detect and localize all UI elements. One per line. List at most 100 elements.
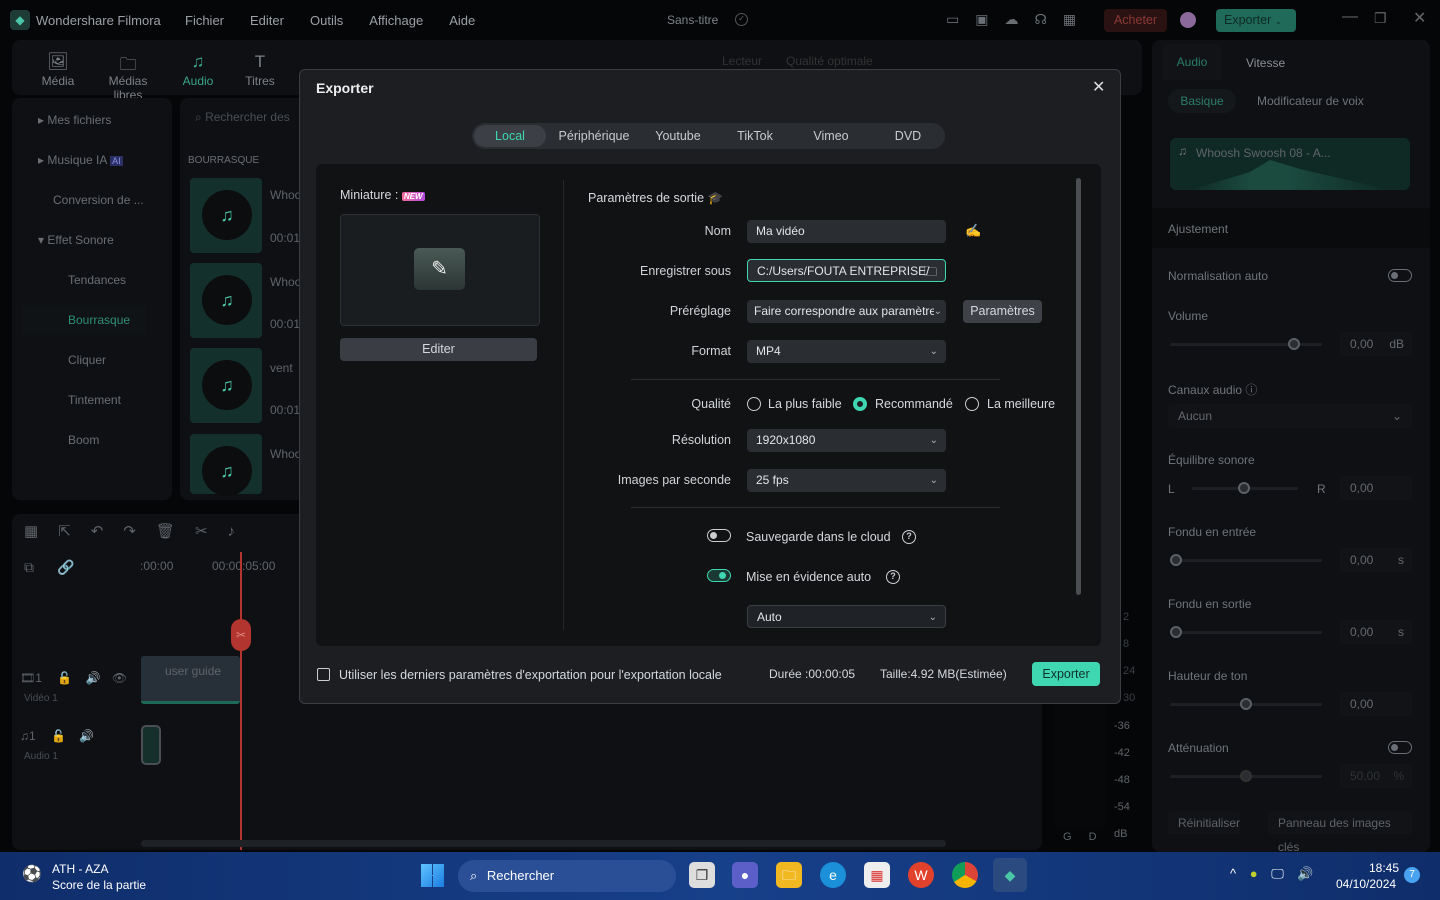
balance-value[interactable]: 0,00: [1340, 476, 1412, 500]
save-location-input[interactable]: C:/Users/FOUTA ENTREPRISE/🗀: [747, 259, 946, 282]
sidebar-item-boom[interactable]: Boom: [22, 425, 146, 455]
subtab-voice[interactable]: Modificateur de voix: [1257, 94, 1364, 108]
layout-grid-icon[interactable]: ▦: [24, 523, 58, 540]
ai-rename-icon[interactable]: ✍: [965, 223, 981, 239]
reuse-settings-checkbox[interactable]: [317, 668, 330, 681]
cloud-icon[interactable]: ☁: [1004, 11, 1034, 27]
tab-local[interactable]: Local: [474, 125, 546, 147]
sidebar-item-conversion[interactable]: Conversion de ...: [22, 185, 146, 215]
redo-icon[interactable]: ↷: [123, 523, 156, 540]
add-track-icon[interactable]: ⧉: [24, 559, 34, 576]
pitch-value[interactable]: 0,00: [1340, 692, 1412, 716]
parameters-button[interactable]: Paramètres: [963, 300, 1042, 323]
export-button[interactable]: Exporter: [1032, 662, 1100, 686]
tab-vimeo[interactable]: Vimeo: [796, 125, 866, 147]
task-view-icon[interactable]: ❐: [689, 862, 715, 888]
taskbar-search[interactable]: ⌕ Rechercher: [458, 860, 676, 892]
sidebar-item-mes-fichiers[interactable]: ▸ Mes fichiers: [22, 105, 146, 135]
buy-button[interactable]: Acheter: [1104, 9, 1167, 32]
format-select[interactable]: MP4 ⌄: [747, 340, 946, 363]
media-item[interactable]: ♫: [190, 263, 262, 338]
auto-highlight-toggle[interactable]: [707, 569, 731, 582]
minimize-icon[interactable]: —: [1342, 8, 1358, 26]
tab-youtube[interactable]: Youtube: [643, 125, 713, 147]
ducking-slider[interactable]: [1170, 770, 1322, 782]
audio-icon[interactable]: ♪: [228, 523, 256, 540]
tab-vitesse[interactable]: Vitesse: [1246, 56, 1285, 70]
tool-titles[interactable]: T Titres: [225, 52, 295, 88]
widget-icon[interactable]: ⚽: [22, 864, 42, 888]
save-icon[interactable]: ▣: [975, 11, 1004, 27]
ducking-toggle[interactable]: [1388, 741, 1412, 754]
fade-out-value[interactable]: 0,00 s: [1340, 620, 1412, 644]
video-clip[interactable]: user guide: [141, 656, 240, 704]
pitch-slider[interactable]: [1170, 698, 1322, 710]
fps-select[interactable]: 25 fps ⌄: [747, 469, 946, 492]
name-input[interactable]: Ma vidéo: [747, 220, 946, 243]
close-icon[interactable]: ✕: [1092, 77, 1105, 97]
restore-icon[interactable]: ❐: [1374, 10, 1387, 27]
playhead[interactable]: [240, 552, 242, 850]
grid-icon[interactable]: ▦: [1063, 11, 1092, 27]
thumbnail-preview[interactable]: ✎: [340, 214, 540, 326]
menu-aide[interactable]: Aide: [449, 13, 475, 28]
sidebar-item-musique-ia[interactable]: ▸ Musique IA AI: [22, 145, 146, 175]
system-tray[interactable]: ^ ● 🖵 🔊: [1230, 866, 1314, 882]
chrome-icon[interactable]: [952, 862, 978, 888]
notification-badge[interactable]: 7: [1404, 867, 1420, 883]
tab-peripherique[interactable]: Périphérique: [554, 125, 634, 147]
sidebar-item-tendances[interactable]: Tendances: [22, 265, 146, 295]
edit-thumbnail-button[interactable]: Editer: [340, 338, 537, 361]
tool-audio[interactable]: ♫ Audio: [163, 52, 233, 88]
fade-in-slider[interactable]: [1170, 554, 1322, 566]
quality-recommended-radio[interactable]: [853, 397, 867, 411]
filmora-taskbar-icon[interactable]: ◆: [993, 858, 1027, 892]
menu-fichier[interactable]: Fichier: [185, 13, 224, 28]
tool-media[interactable]: 🖼 Média: [23, 52, 93, 88]
export-top-button[interactable]: Exporter ⌄: [1216, 9, 1296, 32]
store-icon[interactable]: ▦: [864, 862, 890, 888]
media-search-input[interactable]: ⌕ Rechercher des: [195, 110, 290, 125]
menu-editer[interactable]: Editer: [250, 13, 284, 28]
widget-title[interactable]: ATH - AZA: [52, 862, 108, 876]
preset-select[interactable]: Faire correspondre aux paramètre ⌄: [747, 300, 946, 323]
close-window-icon[interactable]: ✕: [1413, 8, 1426, 28]
help-icon[interactable]: ?: [886, 570, 900, 584]
sidebar-item-bourrasque[interactable]: Bourrasque: [22, 305, 146, 335]
audio-clip[interactable]: [141, 725, 161, 765]
fade-out-slider[interactable]: [1170, 626, 1322, 638]
edge-icon[interactable]: e: [820, 862, 846, 888]
tab-audio[interactable]: Audio: [1162, 44, 1222, 80]
undo-icon[interactable]: ↶: [91, 523, 124, 540]
scissors-icon[interactable]: ✂: [231, 619, 251, 651]
clock-date[interactable]: 04/10/2024: [1336, 877, 1396, 891]
tool-stock-media[interactable]: 🗀 Médias libres: [93, 52, 163, 102]
ducking-value[interactable]: 50,00%: [1340, 764, 1412, 788]
balance-slider[interactable]: [1192, 482, 1298, 494]
delete-icon[interactable]: 🗑: [156, 523, 195, 540]
cut-icon[interactable]: ✂: [195, 523, 228, 540]
subtab-basique[interactable]: Basique: [1168, 89, 1236, 113]
cloud-backup-toggle[interactable]: [707, 529, 731, 542]
sidebar-item-cliquer[interactable]: Cliquer: [22, 345, 146, 375]
teams-icon[interactable]: ●: [732, 862, 758, 888]
resolution-select[interactable]: 1920x1080 ⌄: [747, 429, 946, 452]
quality-best-radio[interactable]: [965, 397, 979, 411]
timeline-scrollbar[interactable]: [141, 840, 946, 847]
sidebar-item-effet-sonore[interactable]: ▾ Effet Sonore: [22, 225, 146, 255]
media-item[interactable]: ♫: [190, 434, 262, 496]
canaux-select[interactable]: Aucun ⌄: [1168, 404, 1412, 428]
quality-low-label[interactable]: La plus faible: [768, 397, 842, 411]
layout-icon[interactable]: ▭: [946, 11, 975, 27]
menu-affichage[interactable]: Affichage: [369, 13, 423, 28]
sidebar-item-tintement[interactable]: Tintement: [22, 385, 146, 415]
explorer-icon[interactable]: 🗀: [776, 862, 802, 888]
menu-outils[interactable]: Outils: [310, 13, 343, 28]
quality-best-label[interactable]: La meilleure: [987, 397, 1055, 411]
select-icon[interactable]: ⇱: [58, 523, 91, 540]
media-item[interactable]: ♫: [190, 178, 262, 253]
volume-slider[interactable]: [1170, 338, 1322, 350]
media-item[interactable]: ♫: [190, 348, 262, 423]
tab-tiktok[interactable]: TikTok: [720, 125, 790, 147]
fade-in-value[interactable]: 0,00 s: [1340, 548, 1412, 572]
